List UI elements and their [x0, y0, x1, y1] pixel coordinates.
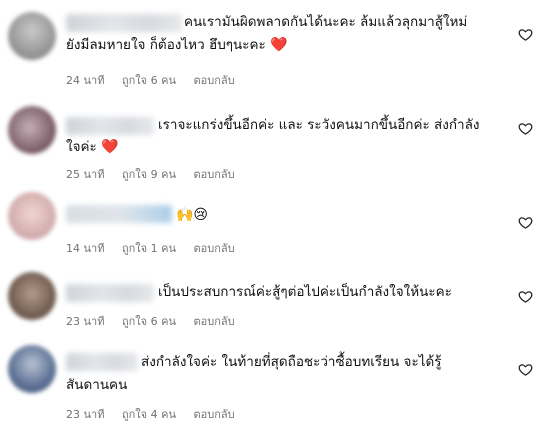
red-heart-emoji: ❤️ — [101, 139, 119, 155]
red-heart-emoji: ❤️ — [270, 37, 288, 53]
username-blurred[interactable] — [66, 14, 182, 32]
comment-emoji: 🙌😢 — [176, 203, 208, 225]
comment-time: 23 นาที — [66, 315, 105, 328]
like-heart-icon[interactable] — [518, 121, 533, 136]
comment-likes[interactable]: ถูกใจ 9 คน — [122, 168, 176, 181]
comment-time: 14 นาที — [66, 242, 105, 255]
comment-text-line2: ยังมีลมหายใจ ก็ต้องไหว ฮึบๆนะคะ ❤️ — [66, 34, 288, 56]
comment-meta: 14 นาที ถูกใจ 1 คน ตอบกลับ — [66, 239, 249, 257]
username-blurred[interactable] — [66, 117, 154, 135]
reply-button[interactable]: ตอบกลับ — [193, 242, 234, 255]
username-blurred[interactable] — [66, 284, 154, 302]
comment-likes[interactable]: ถูกใจ 1 คน — [122, 242, 176, 255]
reply-button[interactable]: ตอบกลับ — [193, 315, 234, 328]
like-heart-icon[interactable] — [518, 215, 533, 230]
avatar[interactable] — [8, 106, 56, 154]
comment-text-line2: ใจค่ะ ❤️ — [66, 136, 119, 158]
reply-button[interactable]: ตอบกลับ — [193, 168, 234, 181]
like-heart-icon[interactable] — [518, 362, 533, 377]
avatar[interactable] — [8, 345, 56, 393]
emoji-reaction: 🙌😢 — [176, 207, 209, 223]
reply-button[interactable]: ตอบกลับ — [193, 408, 234, 421]
comment-text-line2-content: ยังมีลมหายใจ ก็ต้องไหว ฮึบๆนะคะ — [66, 37, 266, 53]
reply-button[interactable]: ตอบกลับ — [193, 74, 234, 87]
comment-text-line2-content: ใจค่ะ — [66, 139, 97, 155]
comment-time: 23 นาที — [66, 408, 105, 421]
comment-text-line1: เราจะแกร่งขึ้นอีกค่ะ และ ระวังคนมากขึ้นอ… — [158, 117, 480, 133]
like-heart-icon[interactable] — [518, 289, 533, 304]
avatar[interactable] — [8, 12, 56, 60]
comment-text-line1: เป็นประสบการณ์ค่ะสู้ๆต่อไปค่ะเป็นกำลังใจ… — [158, 284, 452, 300]
like-heart-icon[interactable] — [518, 27, 533, 42]
username-blurred[interactable] — [66, 205, 172, 223]
comment-likes[interactable]: ถูกใจ 4 คน — [122, 408, 176, 421]
comment-text-line2: สันดานคน — [66, 377, 128, 393]
comment-text-line1: ส่งกำลังใจค่ะ ในท้ายที่สุดถือชะว่าซื้อบท… — [141, 354, 442, 370]
comment-meta: 23 นาที ถูกใจ 4 คน ตอบกลับ — [66, 405, 249, 423]
avatar[interactable] — [8, 272, 56, 320]
comment-text-line1: คนเรามันผิดพลาดกันได้นะคะ ล้มแล้วลุกมาสู… — [184, 14, 468, 30]
avatar[interactable] — [8, 192, 56, 240]
comment-meta: 23 นาที ถูกใจ 6 คน ตอบกลับ — [66, 312, 249, 330]
comment-time: 25 นาที — [66, 168, 105, 181]
comment-likes[interactable]: ถูกใจ 6 คน — [122, 74, 176, 87]
username-blurred[interactable] — [66, 353, 138, 371]
comment-meta: 25 นาที ถูกใจ 9 คน ตอบกลับ — [66, 165, 249, 183]
comment-time: 24 นาที — [66, 74, 105, 87]
comment-meta: 24 นาที ถูกใจ 6 คน ตอบกลับ — [66, 71, 249, 89]
comment-likes[interactable]: ถูกใจ 6 คน — [122, 315, 176, 328]
